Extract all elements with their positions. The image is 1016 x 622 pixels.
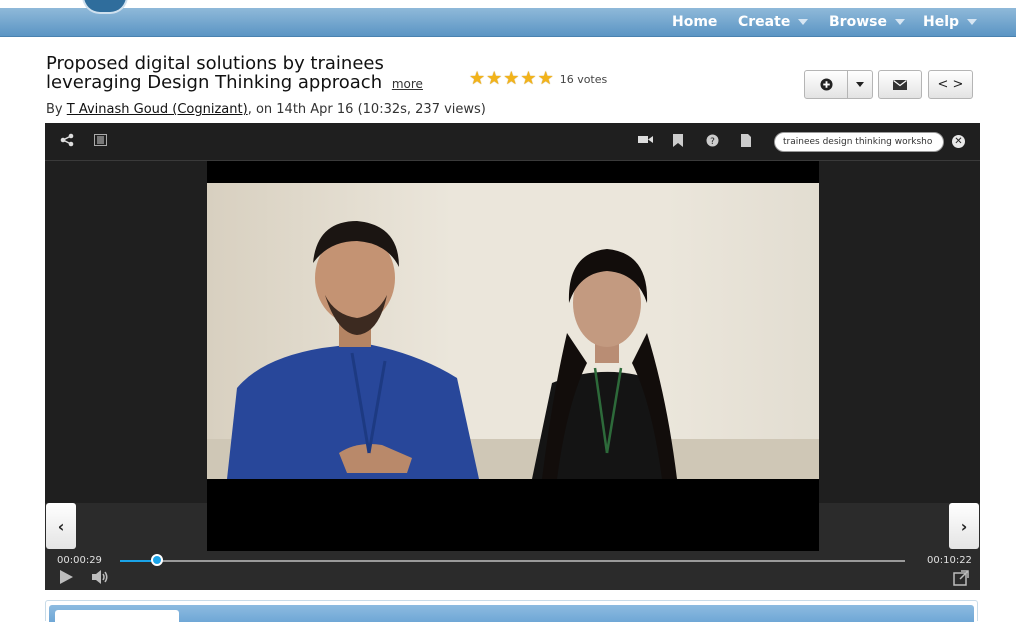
volume-button[interactable] xyxy=(92,570,109,588)
email-button[interactable] xyxy=(878,70,922,99)
volume-icon xyxy=(92,570,108,584)
popout-button[interactable] xyxy=(953,570,969,590)
add-dropdown-button[interactable] xyxy=(847,70,873,99)
video-meta: , on 14th Apr 16 (10:32s, 237 views) xyxy=(247,102,486,117)
more-link[interactable]: more xyxy=(392,77,423,91)
chevron-down-icon xyxy=(894,19,905,25)
help-icon[interactable]: ? xyxy=(706,134,719,151)
bookmark-icon[interactable] xyxy=(673,134,683,151)
video-frame[interactable] xyxy=(207,183,819,479)
tab-active[interactable] xyxy=(55,610,179,622)
caret-down-icon xyxy=(856,82,864,87)
chevron-down-icon xyxy=(967,19,978,25)
play-icon xyxy=(60,570,73,584)
embed-label: < > xyxy=(937,77,964,92)
video-frame-image xyxy=(227,221,677,479)
document-icon[interactable] xyxy=(741,134,751,151)
total-time: 00:10:22 xyxy=(927,555,972,566)
author-link[interactable]: T Avinash Goud (Cognizant) xyxy=(67,102,248,117)
left-side-panel xyxy=(45,161,207,503)
next-arrow-button[interactable]: › xyxy=(949,503,979,549)
star-icon[interactable]: ★ xyxy=(520,70,536,88)
envelope-icon xyxy=(893,79,907,90)
svg-text:?: ? xyxy=(710,137,715,147)
site-logo[interactable] xyxy=(82,0,128,14)
video-player[interactable]: ? trainees design thinking worksho ✕ ‹ ›… xyxy=(45,123,980,590)
tabs-header xyxy=(49,605,974,622)
right-side-panel xyxy=(819,161,980,503)
nav-help-label: Help xyxy=(923,14,960,30)
top-navigation-bar: Home Create Browse Help xyxy=(0,0,1016,37)
chevron-down-icon xyxy=(798,19,809,25)
film-strip-icon[interactable] xyxy=(94,134,107,150)
nav-browse[interactable]: Browse xyxy=(829,14,905,30)
previous-arrow-button[interactable]: ‹ xyxy=(46,503,76,549)
star-icon[interactable]: ★ xyxy=(538,70,554,88)
seek-handle[interactable] xyxy=(150,554,163,566)
popout-icon xyxy=(953,570,969,586)
tabs-panel xyxy=(45,600,978,622)
clear-search-icon[interactable]: ✕ xyxy=(952,135,965,148)
share-icon[interactable] xyxy=(60,133,74,151)
nav-create[interactable]: Create xyxy=(738,14,809,30)
video-title: Proposed digital solutions by trainees l… xyxy=(46,53,384,93)
byline: By T Avinash Goud (Cognizant), on 14th A… xyxy=(46,102,486,117)
plus-circle-icon xyxy=(819,78,833,91)
star-icon[interactable]: ★ xyxy=(503,70,519,88)
nav-create-label: Create xyxy=(738,14,791,30)
star-icon[interactable]: ★ xyxy=(486,70,502,88)
by-prefix: By xyxy=(46,102,63,117)
nav-home[interactable]: Home xyxy=(672,14,717,30)
votes-count: 16 votes xyxy=(559,72,608,86)
current-time: 00:00:29 xyxy=(57,555,102,566)
video-search-input[interactable]: trainees design thinking worksho xyxy=(774,132,944,152)
star-icon[interactable]: ★ xyxy=(469,70,485,88)
play-button[interactable] xyxy=(59,570,73,588)
nav-help[interactable]: Help xyxy=(923,14,978,30)
player-controls: 00:00:29 00:10:22 xyxy=(45,551,980,590)
star-rating[interactable]: ★ ★ ★ ★ ★ 16 votes xyxy=(469,70,607,88)
video-camera-icon[interactable] xyxy=(638,134,653,149)
nav-browse-label: Browse xyxy=(829,14,887,30)
seek-bar[interactable] xyxy=(120,560,905,562)
player-toolbar: ? trainees design thinking worksho ✕ xyxy=(45,123,980,161)
add-to-button[interactable] xyxy=(804,70,848,99)
video-title-block: Proposed digital solutions by trainees l… xyxy=(46,54,446,94)
embed-button[interactable]: < > xyxy=(928,70,973,99)
